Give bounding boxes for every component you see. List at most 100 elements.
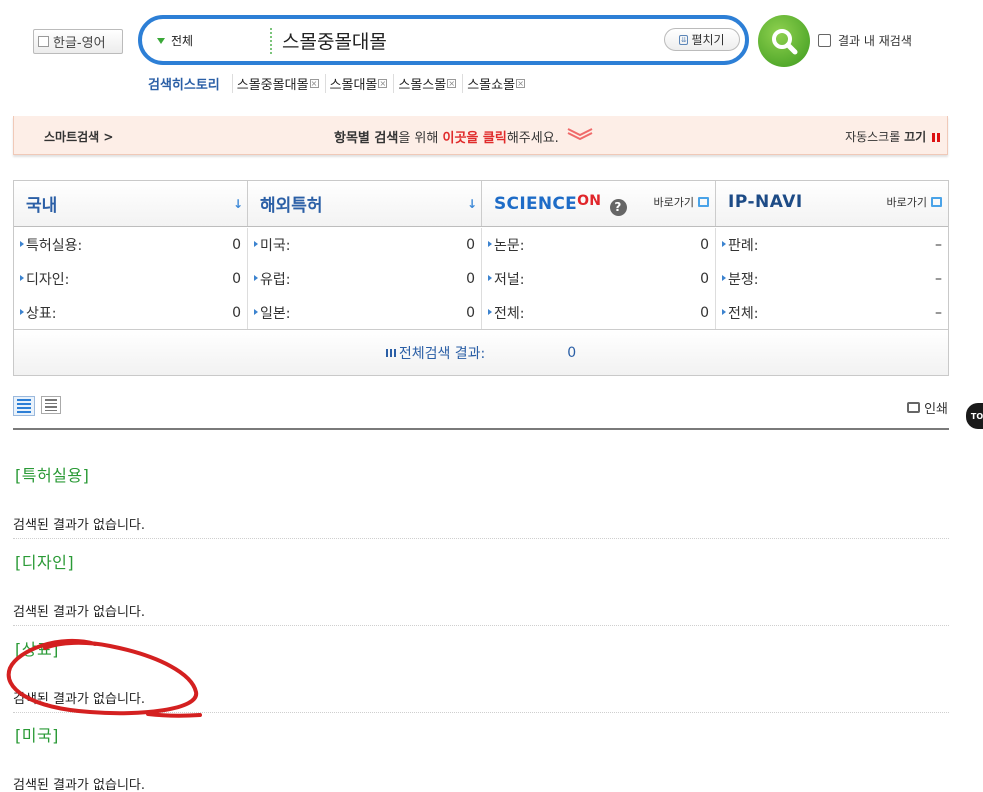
history-item-text[interactable]: 스몰쇼몰 <box>467 74 515 93</box>
smart-search-link[interactable]: 스마트검색 > <box>44 128 113 145</box>
result-row[interactable]: 미국: 0 <box>248 228 481 262</box>
result-row[interactable]: 디자인: 0 <box>14 262 247 296</box>
row-label: 일본: <box>254 303 290 323</box>
detail-view-icon[interactable] <box>13 396 35 416</box>
help-icon[interactable]: ? <box>609 199 627 216</box>
arrow-down-icon: ↓ <box>466 197 477 211</box>
search-history: 검색히스토리 스몰중몰대몰 × 스몰대몰 × 스몰스몰 × 스몰쇼몰 × <box>148 74 531 93</box>
scienceon-logo-text: SCIENCE <box>494 194 578 214</box>
history-item-text[interactable]: 스몰중몰대몰 <box>237 74 309 93</box>
expand-button[interactable]: ⇊ 펼치기 <box>664 28 740 51</box>
lang-toggle-button[interactable]: 한글-영어 <box>33 29 123 54</box>
scienceon-logo: SCIENCEON ? <box>494 193 627 216</box>
section-divider <box>13 625 949 626</box>
checkbox-icon[interactable] <box>818 34 831 47</box>
scroll-top-button[interactable]: TO <box>966 403 983 429</box>
auto-scroll-toggle[interactable]: 자동스크롤 끄기 <box>845 128 935 145</box>
row-label: 분쟁: <box>722 269 758 289</box>
print-button[interactable]: 인쇄 <box>907 398 948 417</box>
print-label: 인쇄 <box>924 402 948 417</box>
total-count: 0 <box>567 344 577 361</box>
tab-ipnavi[interactable]: IP-NAVI 바로가기 <box>716 181 948 226</box>
history-item[interactable]: 스몰스몰 × <box>393 74 462 93</box>
magnifier-icon <box>772 29 798 55</box>
search-button[interactable] <box>758 15 810 67</box>
results-summary-panel: 국내 ↓ 해외특허 ↓ SCIENCEON ? 바로가기 IP-NAVI 바로가… <box>13 180 949 376</box>
dropdown-triangle-icon <box>157 37 165 44</box>
smart-hint-tail: 해주세요. <box>506 131 559 146</box>
row-count: 0 <box>700 305 709 321</box>
tab-scienceon[interactable]: SCIENCEON ? 바로가기 <box>482 181 716 226</box>
lang-toggle-checkbox-icon <box>38 36 49 47</box>
result-row[interactable]: 저널: 0 <box>482 262 715 296</box>
result-row[interactable]: 일본: 0 <box>248 296 481 330</box>
history-item-text[interactable]: 스몰스몰 <box>398 74 446 93</box>
row-count: – <box>935 237 942 253</box>
row-label: 논문: <box>488 235 524 255</box>
smart-search-bar[interactable]: 스마트검색 > 항목별 검색을 위해 이곳을 클릭해주세요. 자동스크롤 끄기 <box>13 116 948 155</box>
result-row[interactable]: 전체: 0 <box>482 296 715 330</box>
result-row[interactable]: 전체: – <box>716 296 948 330</box>
row-count: – <box>935 271 942 287</box>
remove-icon[interactable]: × <box>516 79 526 88</box>
scienceon-logo-on: ON <box>577 193 602 209</box>
row-count: 0 <box>232 237 241 253</box>
row-label: 디자인: <box>20 269 69 289</box>
history-item[interactable]: 스몰대몰 × <box>324 74 394 93</box>
tab-domestic[interactable]: 국내 ↓ <box>14 181 248 226</box>
section-title-text: [특허실용] <box>15 466 90 485</box>
red-annotation-circle <box>6 638 202 718</box>
result-row[interactable]: 특허실용: 0 <box>14 228 247 262</box>
no-results-text: 검색된 결과가 없습니다. <box>13 605 145 620</box>
result-row[interactable]: 논문: 0 <box>482 228 715 262</box>
ipnavi-goto-link[interactable]: 바로가기 <box>887 194 942 210</box>
foreign-column: 미국: 0 유럽: 0 일본: 0 <box>248 228 482 330</box>
remove-icon[interactable]: × <box>447 79 457 88</box>
history-item-text[interactable]: 스몰대몰 <box>330 74 378 93</box>
double-chevron-down-icon <box>567 128 593 141</box>
external-link-icon <box>698 197 709 207</box>
search-separator <box>270 28 272 54</box>
row-label: 저널: <box>488 269 524 289</box>
row-count: 0 <box>466 237 475 253</box>
panel-rows: 특허실용: 0 디자인: 0 상표: 0 미국: 0 유럽: 0 일본: 0 논문: 0 저널… <box>14 228 948 330</box>
lang-toggle-label: 한글-영어 <box>53 36 106 51</box>
row-label: 상표: <box>20 303 56 323</box>
history-label: 검색히스토리 <box>148 78 220 93</box>
row-label: 전체: <box>488 303 524 323</box>
section-message: 검색된 결과가 없습니다. <box>13 601 145 620</box>
grid-icon <box>385 348 396 357</box>
remove-icon[interactable]: × <box>378 79 388 88</box>
domestic-column: 특허실용: 0 디자인: 0 상표: 0 <box>14 228 248 330</box>
total-results-row: 전체검색 결과: 0 <box>14 329 948 375</box>
remove-icon[interactable]: × <box>309 79 319 88</box>
smart-hint-red[interactable]: 이곳을 클릭 <box>442 131 506 146</box>
search-input[interactable] <box>282 25 662 55</box>
scienceon-goto-link[interactable]: 바로가기 <box>654 194 709 210</box>
section-title-text: [디자인] <box>15 553 75 572</box>
history-item[interactable]: 스몰쇼몰 × <box>462 74 531 93</box>
scope-label: 전체 <box>171 34 194 48</box>
results-divider <box>13 428 949 430</box>
scroll-top-label: TO <box>970 412 983 421</box>
recheck-label: 결과 내 재검색 <box>838 34 912 48</box>
result-row[interactable]: 유럽: 0 <box>248 262 481 296</box>
expand-arrow-icon: ⇊ <box>679 34 689 45</box>
smart-search-hint[interactable]: 항목별 검색을 위해 이곳을 클릭해주세요. <box>334 127 593 146</box>
result-row[interactable]: 분쟁: – <box>716 262 948 296</box>
section-title: [디자인] <box>15 549 74 573</box>
smart-hint-bold: 항목별 검색 <box>334 131 399 146</box>
total-label: 전체검색 결과: <box>398 345 486 362</box>
history-item[interactable]: 스몰중몰대몰 × <box>231 74 325 93</box>
row-count: 0 <box>232 305 241 321</box>
result-row[interactable]: 판례: – <box>716 228 948 262</box>
expand-label: 펼치기 <box>691 33 725 47</box>
scope-dropdown[interactable]: 전체 <box>157 32 193 49</box>
auto-scroll-off: 끄기 <box>904 130 927 144</box>
external-link-icon <box>931 197 942 207</box>
recheck-checkbox[interactable]: 결과 내 재검색 <box>818 32 912 49</box>
tab-foreign-patent[interactable]: 해외특허 ↓ <box>248 181 482 226</box>
list-view-icon[interactable] <box>41 396 61 414</box>
result-row[interactable]: 상표: 0 <box>14 296 247 330</box>
row-label: 유럽: <box>254 269 290 289</box>
